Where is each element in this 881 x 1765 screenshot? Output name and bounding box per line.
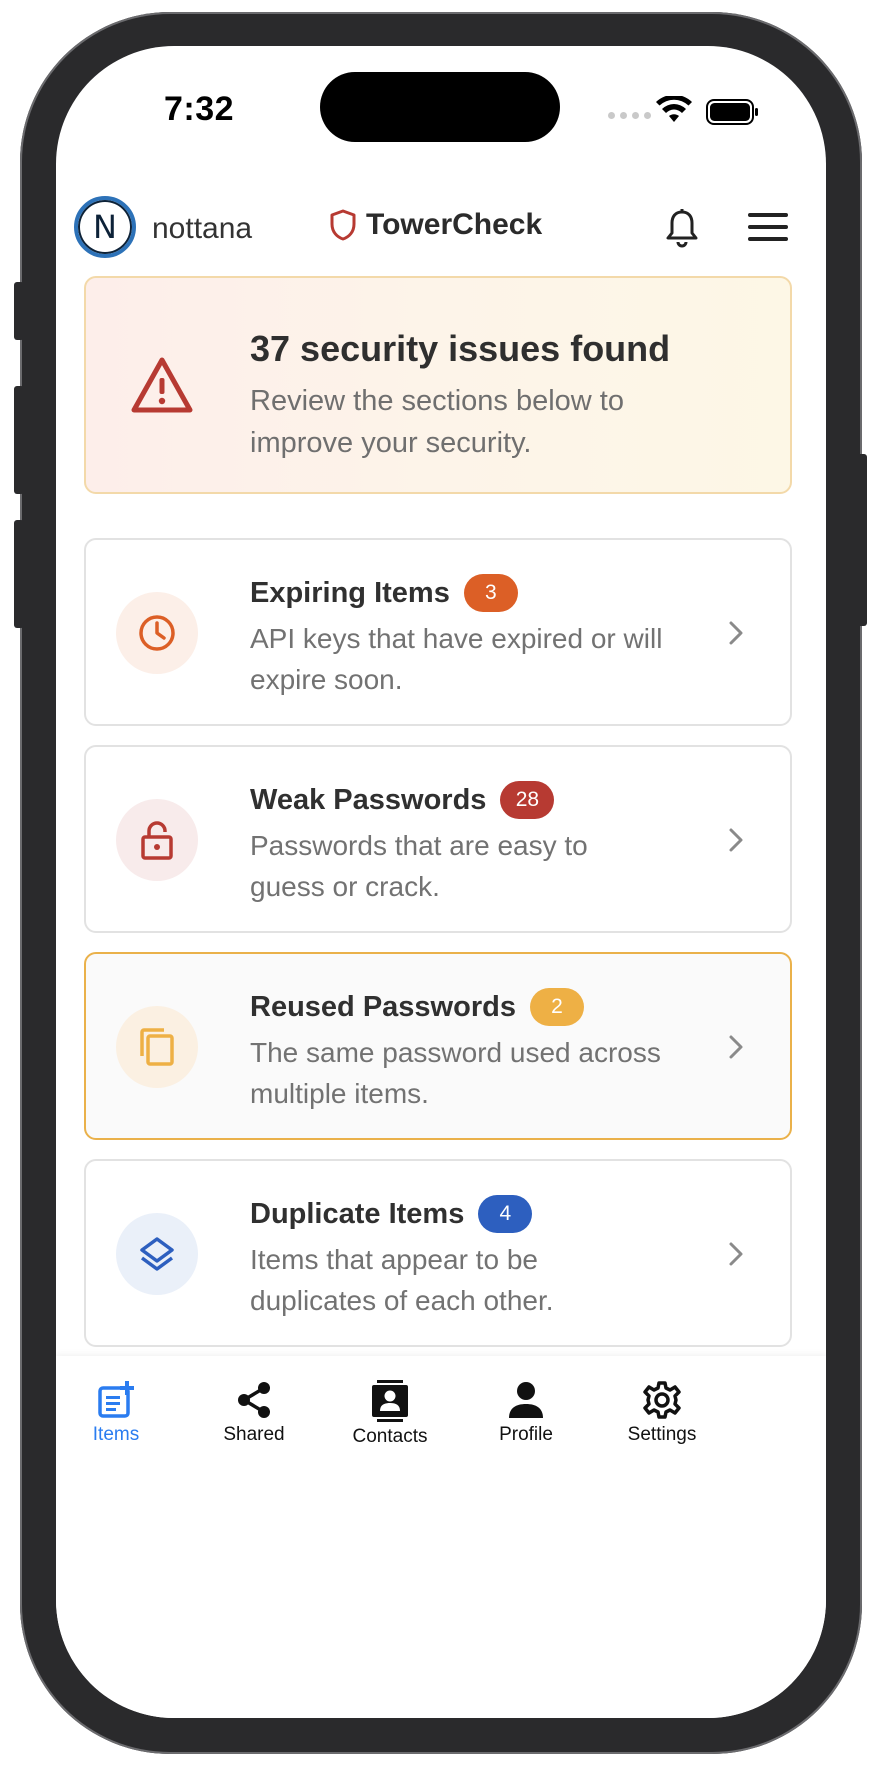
avatar-initial: N bbox=[93, 208, 117, 246]
contacts-icon bbox=[372, 1380, 408, 1422]
expiring-items-card[interactable]: Expiring Items 3 API keys that have expi… bbox=[84, 538, 792, 726]
screen: 7:32 N nottana TowerCheck 37 security is… bbox=[56, 46, 826, 1718]
count-badge: 4 bbox=[478, 1195, 533, 1233]
app-brand: TowerCheck bbox=[330, 208, 542, 242]
chevron-right-icon bbox=[729, 1035, 743, 1059]
dynamic-island bbox=[320, 72, 560, 142]
count-badge: 3 bbox=[463, 574, 518, 612]
hamburger-menu-icon[interactable] bbox=[748, 212, 788, 242]
tab-profile[interactable]: Profile bbox=[466, 1380, 586, 1446]
shield-icon bbox=[330, 209, 356, 241]
weak-passwords-card[interactable]: Weak Passwords 28 Passwords that are eas… bbox=[84, 745, 792, 933]
card-description: Passwords that are easy to guess or crac… bbox=[250, 830, 588, 902]
duplicate-icon-circle bbox=[116, 1213, 198, 1295]
reused-passwords-card[interactable]: Reused Passwords 2 The same password use… bbox=[84, 952, 792, 1140]
status-time: 7:32 bbox=[164, 90, 235, 128]
card-description: API keys that have expired or will expir… bbox=[250, 623, 663, 695]
alert-title: 37 security issues found bbox=[250, 328, 671, 369]
unlocked-padlock-icon bbox=[141, 821, 173, 860]
bottom-tab-bar: Items Shared Contacts Profile Settings bbox=[56, 1356, 826, 1718]
wifi-icon bbox=[656, 96, 692, 122]
bell-icon[interactable] bbox=[664, 208, 700, 248]
tab-label: Shared bbox=[223, 1424, 285, 1445]
power-button bbox=[857, 454, 867, 626]
cellular-signal-icon bbox=[608, 112, 651, 119]
tab-label: Settings bbox=[627, 1424, 697, 1445]
chevron-right-icon bbox=[729, 1242, 743, 1266]
layers-icon bbox=[140, 1237, 174, 1271]
tab-label: Items bbox=[92, 1424, 140, 1445]
app-header: N nottana TowerCheck bbox=[56, 186, 826, 276]
tab-settings[interactable]: Settings bbox=[602, 1380, 722, 1446]
card-description: The same password used across multiple i… bbox=[250, 1037, 661, 1109]
clock-icon bbox=[139, 615, 175, 651]
security-alert-banner: 37 security issues found Review the sect… bbox=[84, 276, 792, 494]
duplicate-items-card[interactable]: Duplicate Items 4 Items that appear to b… bbox=[84, 1159, 792, 1347]
chevron-right-icon bbox=[729, 828, 743, 852]
card-title-row: Weak Passwords 28 bbox=[250, 781, 555, 819]
battery-icon bbox=[706, 99, 758, 125]
reused-icon-circle bbox=[116, 1006, 198, 1088]
card-title: Duplicate Items bbox=[250, 1197, 465, 1230]
mute-switch bbox=[14, 282, 24, 340]
card-description: Items that appear to be duplicates of ea… bbox=[250, 1244, 554, 1316]
tab-shared[interactable]: Shared bbox=[194, 1380, 314, 1446]
card-title-row: Expiring Items 3 bbox=[250, 574, 518, 612]
avatar[interactable]: N bbox=[74, 196, 136, 258]
app-title: TowerCheck bbox=[366, 208, 543, 241]
tab-items[interactable]: Items bbox=[56, 1380, 176, 1446]
volume-down-button bbox=[14, 520, 24, 628]
person-icon bbox=[509, 1382, 543, 1418]
share-icon bbox=[238, 1382, 270, 1418]
card-title-row: Duplicate Items 4 bbox=[250, 1195, 533, 1233]
card-title-row: Reused Passwords 2 bbox=[250, 988, 584, 1026]
chevron-right-icon bbox=[729, 621, 743, 645]
gear-icon bbox=[643, 1381, 681, 1419]
volume-up-button bbox=[14, 386, 24, 494]
tab-label: Contacts bbox=[352, 1426, 428, 1447]
card-title: Weak Passwords bbox=[250, 783, 487, 816]
copy-icon bbox=[140, 1028, 174, 1066]
tab-label: Profile bbox=[499, 1424, 553, 1445]
count-badge: 2 bbox=[529, 988, 584, 1026]
warning-triangle-icon bbox=[131, 357, 193, 413]
expiring-icon-circle bbox=[116, 592, 198, 674]
alert-subtitle: Review the sections below to improve you… bbox=[250, 385, 624, 459]
card-title: Reused Passwords bbox=[250, 990, 516, 1023]
username: nottana bbox=[152, 212, 253, 245]
items-list-icon bbox=[98, 1381, 134, 1418]
weak-icon-circle bbox=[116, 799, 198, 881]
tab-contacts[interactable]: Contacts bbox=[330, 1380, 450, 1448]
count-badge: 28 bbox=[500, 781, 555, 819]
status-bar: 7:32 bbox=[56, 46, 826, 186]
card-title: Expiring Items bbox=[250, 576, 450, 609]
